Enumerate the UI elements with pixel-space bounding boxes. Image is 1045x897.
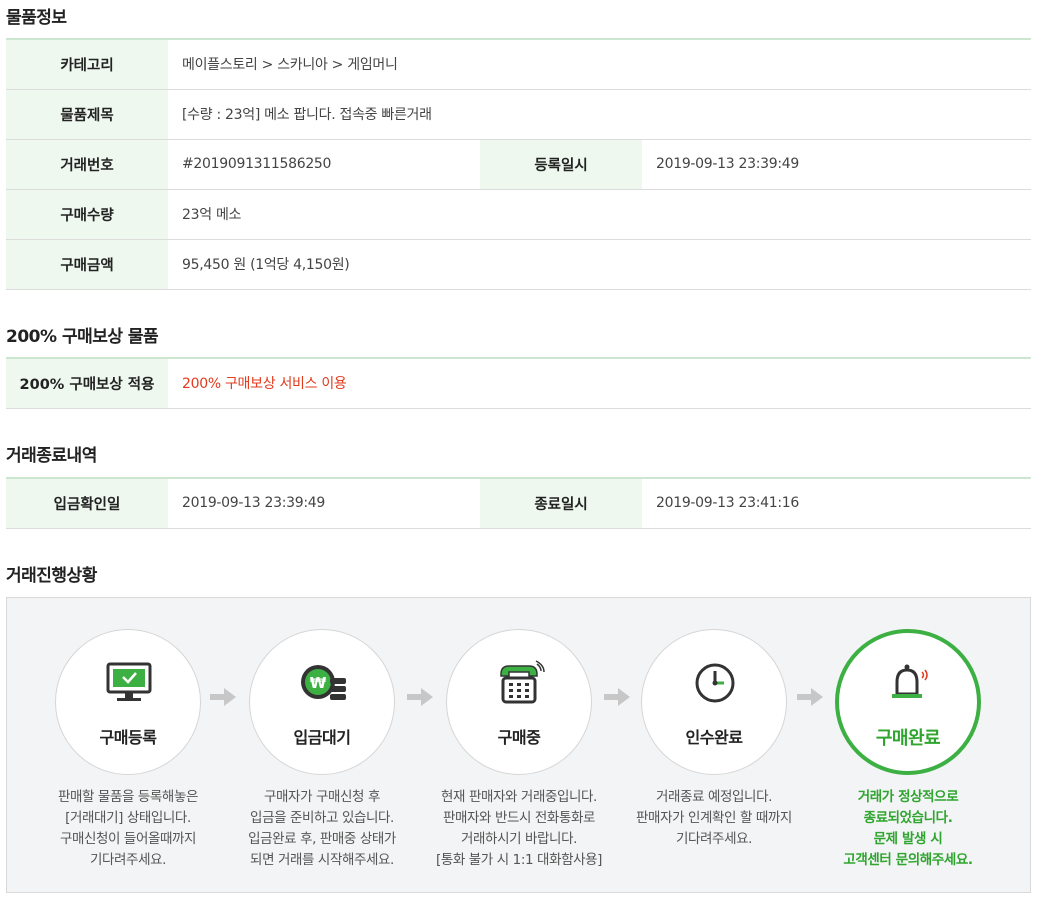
monitor-icon	[106, 662, 152, 701]
step-label: 구매완료	[875, 728, 941, 749]
desc-line: 거래종료 예정입니다.	[656, 789, 772, 805]
category-value: 메이플스토리 > 스카니아 > 게임머니	[168, 39, 1031, 90]
desc-line: 판매할 물품을 등록해놓은	[57, 789, 198, 805]
amount-value: 95,450 원 (1억당 4,150원)	[168, 239, 1031, 290]
end-date-value: 2019-09-13 23:41:16	[642, 478, 1031, 529]
trade-no-value: #2019091311586250	[168, 139, 480, 190]
desc-line: 종료되었습니다.	[863, 810, 953, 826]
step-label: 인수완료	[685, 728, 743, 747]
table-row: 200% 구매보상 적용 200% 구매보상 서비스 이용	[6, 358, 1031, 409]
desc-line: 입금완료 후, 판매중 상태가	[248, 831, 396, 847]
step-circle-active: 구매완료	[835, 629, 981, 775]
item-info-table: 카테고리 메이플스토리 > 스카니아 > 게임머니 물품제목 [수량 : 23억…	[6, 38, 1031, 290]
desc-line: 판매자와 반드시 전화통화로	[442, 810, 596, 826]
desc-line: 판매자가 인계확인 할 때까지	[636, 810, 792, 826]
table-row: 거래번호 #2019091311586250 등록일시 2019-09-13 2…	[6, 139, 1031, 190]
compensation-label: 200% 구매보상 적용	[6, 358, 168, 409]
step-description: 구매자가 구매신청 후 입금을 준비하고 있습니다. 입금완료 후, 판매중 상…	[217, 787, 427, 871]
reg-date-value: 2019-09-13 23:39:49	[642, 139, 1031, 190]
phone-icon	[500, 660, 545, 704]
qty-label: 구매수량	[6, 189, 168, 240]
desc-line: 문제 발생 시	[873, 831, 943, 847]
desc-line: 입금을 준비하고 있습니다.	[250, 810, 394, 826]
step-circle: ₩ 입금대기	[249, 629, 395, 775]
step-label: 구매등록	[99, 728, 157, 747]
reg-date-label: 등록일시	[480, 139, 642, 190]
step-label: 입금대기	[293, 728, 351, 747]
end-date-label: 종료일시	[480, 478, 642, 529]
step-circle: 구매등록	[55, 629, 201, 775]
desc-line: [거래대기] 상태입니다.	[65, 810, 191, 826]
step-description: 현재 판매자와 거래중입니다. 판매자와 반드시 전화통화로 거래하시기 바랍니…	[414, 787, 624, 871]
category-label: 카테고리	[6, 39, 168, 90]
desc-line: 고객센터 문의해주세요.	[843, 852, 973, 868]
arrow-right-icon	[407, 688, 433, 706]
table-row: 카테고리 메이플스토리 > 스카니아 > 게임머니	[6, 39, 1031, 90]
step-label: 구매중	[497, 728, 541, 747]
subject-label: 물품제목	[6, 89, 168, 140]
progress-panel: 구매등록 판매할 물품을 등록해놓은 [거래대기] 상태입니다. 구매신청이 들…	[6, 597, 1031, 893]
step-description: 판매할 물품을 등록해놓은 [거래대기] 상태입니다. 구매신청이 들어올때까지…	[23, 787, 233, 871]
step-description: 거래가 정상적으로 종료되었습니다. 문제 발생 시 고객센터 문의해주세요.	[803, 787, 1013, 871]
desc-line: 구매신청이 들어올때까지	[59, 831, 197, 847]
section-title-trade-end: 거래종료내역	[6, 446, 97, 466]
amount-label: 구매금액	[6, 239, 168, 290]
subject-value: [수량 : 23억] 메소 팝니다. 접속중 빠른거래	[168, 89, 1031, 140]
compensation-value: 200% 구매보상 서비스 이용	[168, 358, 1031, 409]
step-circle: 구매중	[446, 629, 592, 775]
table-row: 입금확인일 2019-09-13 23:39:49 종료일시 2019-09-1…	[6, 478, 1031, 529]
trade-no-label: 거래번호	[6, 139, 168, 190]
table-row: 구매금액 95,450 원 (1억당 4,150원)	[6, 239, 1031, 290]
qty-value: 23억 메소	[168, 189, 1031, 240]
won-coin-icon: ₩	[301, 665, 346, 700]
table-row: 구매수량 23억 메소	[6, 189, 1031, 240]
desc-line: 구매자가 구매신청 후	[264, 789, 380, 805]
table-row: 물품제목 [수량 : 23억] 메소 팝니다. 접속중 빠른거래	[6, 89, 1031, 140]
step-circle: 인수완료	[641, 629, 787, 775]
arrow-right-icon	[210, 688, 236, 706]
step-description: 거래종료 예정입니다. 판매자가 인계확인 할 때까지 기다려주세요.	[609, 787, 819, 850]
deposit-date-value: 2019-09-13 23:39:49	[168, 478, 480, 529]
arrow-right-icon	[797, 688, 823, 706]
desc-line: 되면 거래를 시작해주세요.	[250, 852, 394, 868]
desc-line: 거래가 정상적으로	[857, 789, 959, 805]
section-title-item-info: 물품정보	[6, 8, 67, 28]
section-title-compensation: 200% 구매보상 물품	[6, 327, 159, 347]
clock-icon	[695, 663, 735, 703]
desc-line: 기다려주세요.	[675, 831, 752, 847]
bell-icon	[892, 664, 928, 698]
deposit-date-label: 입금확인일	[6, 478, 168, 529]
arrow-right-icon	[604, 688, 630, 706]
desc-line: [통화 불가 시 1:1 대화함사용]	[435, 852, 603, 868]
desc-line: 거래하시기 바랍니다.	[461, 831, 577, 847]
trade-end-table: 입금확인일 2019-09-13 23:39:49 종료일시 2019-09-1…	[6, 477, 1031, 529]
desc-line: 기다려주세요.	[89, 852, 166, 868]
svg-text:₩: ₩	[310, 674, 327, 692]
desc-line: 현재 판매자와 거래중입니다.	[441, 789, 597, 805]
compensation-table: 200% 구매보상 적용 200% 구매보상 서비스 이용	[6, 357, 1031, 409]
section-title-progress: 거래진행상황	[6, 566, 97, 586]
